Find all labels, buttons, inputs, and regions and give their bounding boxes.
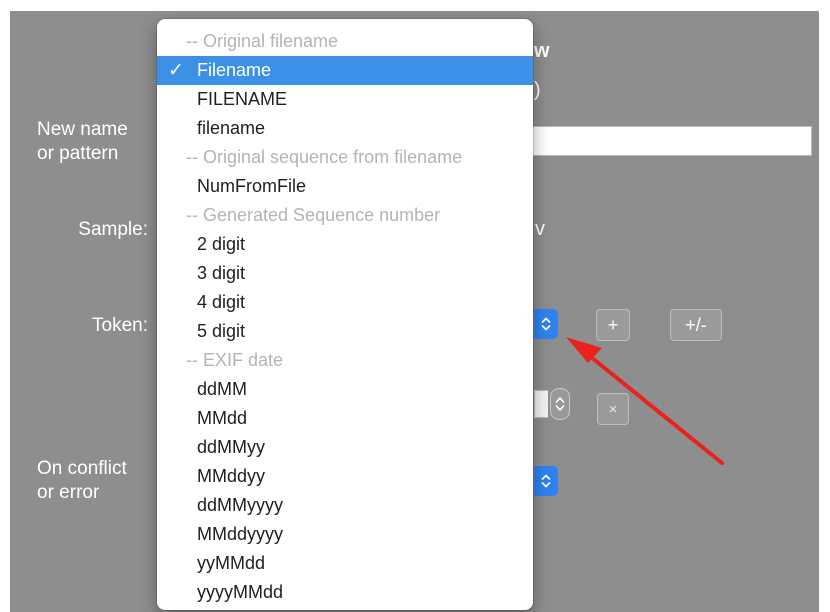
- menu-item[interactable]: filename: [157, 114, 533, 143]
- menu-item-label: -- Original filename: [186, 31, 339, 51]
- menu-item-label: 5 digit: [197, 321, 246, 341]
- conflict-label: On conflict or error: [37, 458, 127, 503]
- menu-section-header: -- Generated Sequence number: [157, 201, 533, 230]
- dialog-subtitle-fragment: ): [534, 79, 541, 101]
- updown-chevron-icon: [541, 474, 551, 488]
- number-stepper[interactable]: [550, 388, 570, 420]
- plus-minus-button[interactable]: +/-: [670, 309, 722, 341]
- new-name-input[interactable]: [528, 126, 812, 156]
- menu-section-header: -- Original sequence from filename: [157, 143, 533, 172]
- menu-item[interactable]: yyyyMMdd: [157, 578, 533, 607]
- stepper-chevron-icon: [555, 397, 565, 411]
- menu-item-label: 4 digit: [197, 292, 246, 312]
- checkmark-icon: ✓: [168, 60, 184, 81]
- menu-item-label: -- Generated Sequence number: [186, 205, 441, 225]
- menu-item-label: ddMMyyyy: [197, 495, 284, 515]
- menu-item-label: filename: [197, 118, 266, 138]
- new-name-label: New name or pattern: [37, 119, 128, 164]
- menu-item[interactable]: ddMM: [157, 375, 533, 404]
- remove-button[interactable]: ×: [597, 393, 629, 425]
- menu-item-label: 2 digit: [197, 234, 246, 254]
- rename-dialog: w ) v New name or pattern Sample: Token:…: [10, 11, 819, 612]
- menu-section-header: -- Original filename: [157, 27, 533, 56]
- menu-item[interactable]: ddMMyy: [157, 433, 533, 462]
- menu-item-label: MMdd: [197, 408, 248, 428]
- menu-item-label: yyyyMMdd: [197, 582, 284, 602]
- menu-item[interactable]: 5 digit: [157, 317, 533, 346]
- menu-item[interactable]: MMddyyyy: [157, 520, 533, 549]
- dialog-title-fragment: w: [534, 40, 550, 62]
- menu-item-label: Filename: [197, 60, 272, 80]
- menu-item-label: NumFromFile: [197, 176, 307, 196]
- menu-item-label: -- EXIF date: [186, 350, 284, 370]
- conflict-popup-button[interactable]: [534, 466, 558, 496]
- menu-item-label: MMddyy: [197, 466, 266, 486]
- menu-item[interactable]: yyMMdd: [157, 549, 533, 578]
- menu-item-label: -- Original sequence from filename: [186, 147, 463, 167]
- token-label: Token:: [92, 315, 148, 336]
- menu-item[interactable]: FILENAME: [157, 85, 533, 114]
- menu-item-label: ddMMyy: [197, 437, 266, 457]
- menu-item-label: yyMMdd: [197, 553, 266, 573]
- menu-item-label: ddMM: [197, 379, 248, 399]
- menu-section-header: -- EXIF date: [157, 346, 533, 375]
- menu-item-label: FILENAME: [197, 89, 288, 109]
- menu-item[interactable]: NumFromFile: [157, 172, 533, 201]
- menu-item-label: MMddyyyy: [197, 524, 284, 544]
- sample-value-fragment: v: [535, 218, 545, 240]
- menu-item[interactable]: 2 digit: [157, 230, 533, 259]
- token-popup-button[interactable]: [534, 309, 558, 339]
- updown-chevron-icon: [541, 317, 551, 331]
- menu-item[interactable]: 4 digit: [157, 288, 533, 317]
- menu-item[interactable]: ddMMyyyy: [157, 491, 533, 520]
- token-dropdown-menu: -- Original filename ✓ Filename FILENAME fil…: [157, 19, 533, 610]
- menu-item[interactable]: 3 digit: [157, 259, 533, 288]
- menu-item[interactable]: MMdd: [157, 404, 533, 433]
- menu-item[interactable]: ✓ Filename: [157, 56, 533, 85]
- menu-item[interactable]: MMddyy: [157, 462, 533, 491]
- add-token-button[interactable]: +: [596, 309, 630, 341]
- number-field[interactable]: [534, 390, 548, 418]
- sample-label: Sample:: [78, 219, 148, 240]
- menu-item-label: 3 digit: [197, 263, 246, 283]
